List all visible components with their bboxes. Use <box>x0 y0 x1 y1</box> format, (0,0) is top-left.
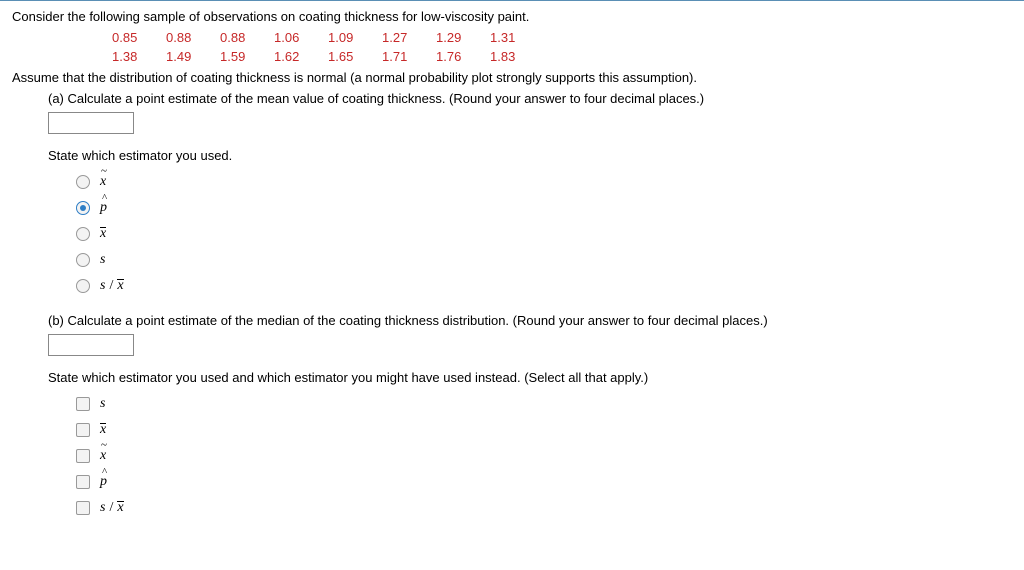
option-x-tilde[interactable]: x <box>76 169 1012 195</box>
option-s[interactable]: s <box>76 247 1012 273</box>
option-p-hat[interactable]: p <box>76 195 1012 221</box>
symbol-x-tilde: x <box>100 448 106 464</box>
part-a-prompt: (a) Calculate a point estimate of the me… <box>48 91 1012 106</box>
data-cell: 1.38 <box>112 49 166 64</box>
symbol-x-bar: x <box>100 226 106 242</box>
part-b-state-text: State which estimator you used and which… <box>48 370 1012 385</box>
data-cell: 1.65 <box>328 49 382 64</box>
data-cell: 1.31 <box>490 30 544 45</box>
data-row-1: 0.85 0.88 0.88 1.06 1.09 1.27 1.29 1.31 <box>112 30 1012 45</box>
data-cell: 1.09 <box>328 30 382 45</box>
data-cell: 1.59 <box>220 49 274 64</box>
radio-icon[interactable] <box>76 253 90 267</box>
option-s-over-xbar[interactable]: s/x <box>76 495 1012 521</box>
checkbox-icon[interactable] <box>76 423 90 437</box>
symbol-s: s <box>100 252 105 268</box>
part-a: (a) Calculate a point estimate of the me… <box>48 91 1012 299</box>
data-cell: 0.88 <box>166 30 220 45</box>
data-row-2: 1.38 1.49 1.59 1.62 1.65 1.71 1.76 1.83 <box>112 49 1012 64</box>
radio-icon[interactable] <box>76 279 90 293</box>
option-x-bar[interactable]: x <box>76 417 1012 443</box>
data-cell: 1.49 <box>166 49 220 64</box>
data-cell: 0.85 <box>112 30 166 45</box>
assumption-text: Assume that the distribution of coating … <box>12 70 1012 85</box>
part-a-options: x p x s s/x <box>76 169 1012 299</box>
part-a-state-text: State which estimator you used. <box>48 148 1012 163</box>
data-cell: 1.83 <box>490 49 544 64</box>
option-s[interactable]: s <box>76 391 1012 417</box>
question-container: Consider the following sample of observa… <box>0 0 1024 543</box>
symbol-x-tilde: x <box>100 174 106 190</box>
radio-icon[interactable] <box>76 227 90 241</box>
data-cell: 1.76 <box>436 49 490 64</box>
data-cell: 1.27 <box>382 30 436 45</box>
data-cell: 1.71 <box>382 49 436 64</box>
intro-text: Consider the following sample of observa… <box>12 9 1012 24</box>
part-b-prompt: (b) Calculate a point estimate of the me… <box>48 313 1012 328</box>
radio-icon[interactable] <box>76 201 90 215</box>
radio-icon[interactable] <box>76 175 90 189</box>
symbol-s-over-xbar: s/x <box>100 500 124 516</box>
checkbox-icon[interactable] <box>76 449 90 463</box>
symbol-s-over-xbar: s/x <box>100 278 124 294</box>
data-cell: 1.62 <box>274 49 328 64</box>
option-s-over-xbar[interactable]: s/x <box>76 273 1012 299</box>
data-table: 0.85 0.88 0.88 1.06 1.09 1.27 1.29 1.31 … <box>112 30 1012 64</box>
checkbox-icon[interactable] <box>76 475 90 489</box>
data-cell: 1.29 <box>436 30 490 45</box>
option-x-bar[interactable]: x <box>76 221 1012 247</box>
symbol-p-hat: p <box>100 200 107 216</box>
part-b-options: s x x p s/x <box>76 391 1012 521</box>
part-a-answer-input[interactable] <box>48 112 134 134</box>
option-x-tilde[interactable]: x <box>76 443 1012 469</box>
symbol-s: s <box>100 396 105 412</box>
symbol-x-bar: x <box>100 422 106 438</box>
data-cell: 0.88 <box>220 30 274 45</box>
part-b: (b) Calculate a point estimate of the me… <box>48 313 1012 521</box>
option-p-hat[interactable]: p <box>76 469 1012 495</box>
part-b-answer-input[interactable] <box>48 334 134 356</box>
checkbox-icon[interactable] <box>76 501 90 515</box>
data-cell: 1.06 <box>274 30 328 45</box>
symbol-p-hat: p <box>100 474 107 490</box>
checkbox-icon[interactable] <box>76 397 90 411</box>
